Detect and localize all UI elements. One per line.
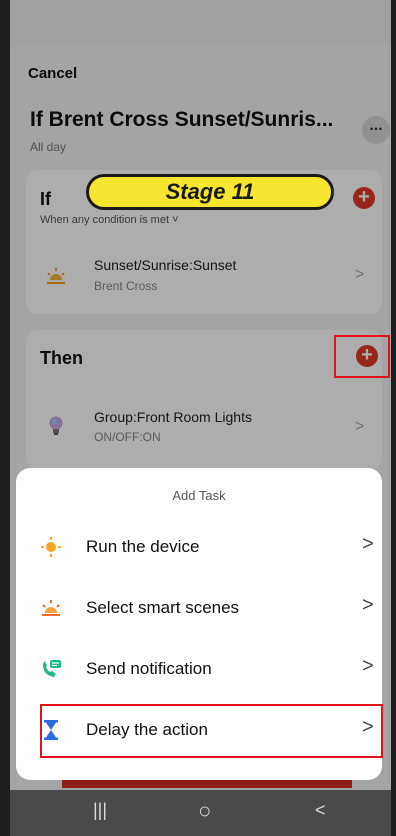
home-button[interactable]: ○: [198, 798, 211, 824]
stage-banner: Stage 11: [86, 174, 334, 210]
task-select-scenes[interactable]: Select smart scenes >: [16, 577, 382, 637]
scene-sunrise-icon: [42, 600, 60, 616]
recents-button[interactable]: |||: [93, 800, 107, 821]
back-button[interactable]: <: [315, 800, 326, 821]
sheet-title: Add Task: [172, 488, 226, 503]
chevron-right-icon: >: [362, 594, 374, 616]
delay-action-highlight: [40, 704, 383, 758]
add-action-highlight: [334, 335, 390, 378]
task-run-device[interactable]: Run the device >: [16, 516, 382, 576]
sun-device-icon: [41, 537, 61, 557]
chevron-right-icon: >: [362, 533, 374, 555]
phone-message-icon: [43, 660, 61, 677]
task-label: Send notification: [86, 659, 212, 678]
task-label: Run the device: [86, 537, 200, 556]
task-label: Select smart scenes: [86, 598, 240, 617]
task-send-notification[interactable]: Send notification >: [16, 638, 382, 698]
navigation-bar: ||| ○ <: [10, 790, 391, 836]
chevron-right-icon: >: [362, 655, 374, 677]
